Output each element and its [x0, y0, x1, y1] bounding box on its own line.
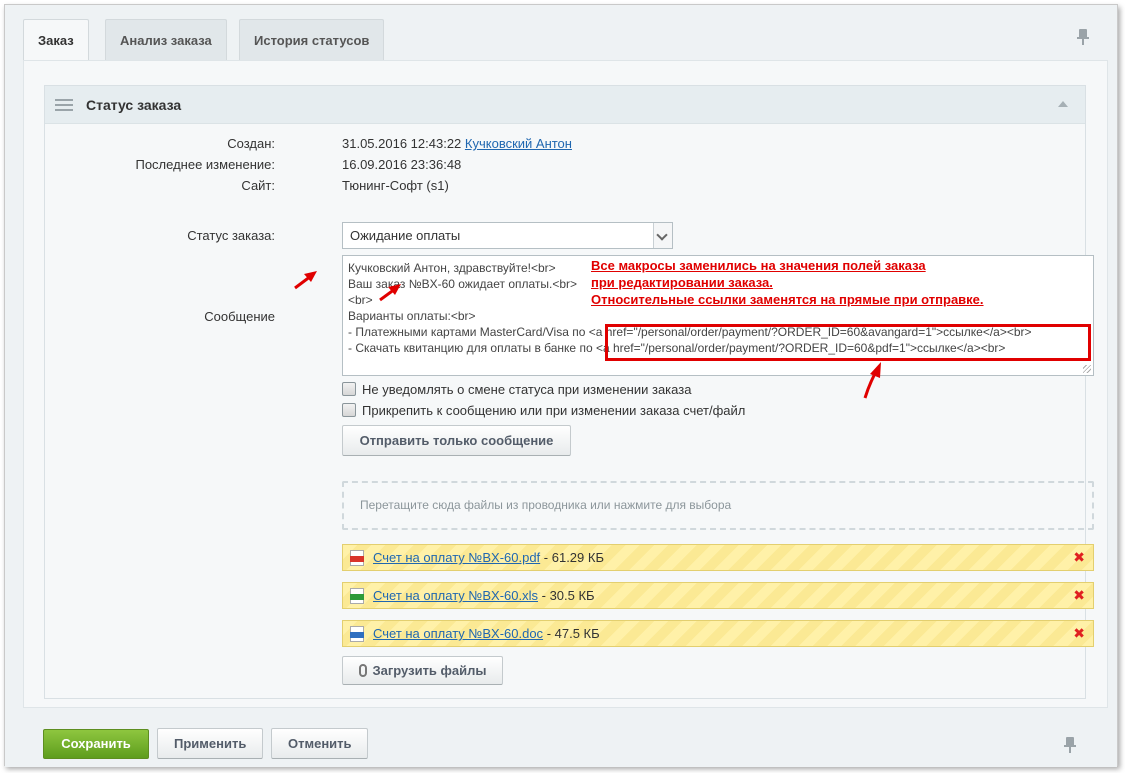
- save-button[interactable]: Сохранить: [43, 729, 149, 759]
- modified-value: 16.09.2016 23:36:48: [342, 157, 462, 172]
- file-link[interactable]: Счет на оплату №BX-60.xls: [373, 588, 538, 603]
- no-notify-label: Не уведомлять о смене статуса при измене…: [362, 382, 692, 397]
- upload-files-button[interactable]: Загрузить файлы: [342, 656, 503, 685]
- pdf-file-icon: [350, 550, 364, 566]
- annotation-arrows: [294, 271, 881, 399]
- delete-file-icon[interactable]: ✖: [1073, 583, 1085, 608]
- footer-bar: Сохранить Применить Отменить: [5, 710, 1117, 767]
- send-message-only-button[interactable]: Отправить только сообщение: [342, 425, 571, 456]
- file-item-doc: Счет на оплату №BX-60.doc - 47.5 КБ ✖: [342, 620, 1094, 647]
- pin-footer-icon[interactable]: [1064, 737, 1076, 753]
- panel-header: Статус заказа: [45, 86, 1085, 124]
- collapse-arrow-icon[interactable]: [1058, 101, 1068, 107]
- tab-order[interactable]: Заказ: [23, 19, 89, 62]
- modified-label: Последнее изменение:: [135, 157, 275, 172]
- site-value: Тюнинг-Софт (s1): [342, 178, 449, 193]
- no-notify-checkbox[interactable]: [342, 382, 356, 396]
- created-date: 31.05.2016 12:43:22: [342, 136, 462, 151]
- tab-content: Статус заказа Создан: 31.05.2016 12:43:2…: [23, 60, 1108, 708]
- annotation-line-2: при редактировании заказа.: [591, 275, 773, 290]
- delete-file-icon[interactable]: ✖: [1073, 545, 1085, 570]
- no-notify-row[interactable]: Не уведомлять о смене статуса при измене…: [342, 382, 691, 397]
- chevron-down-icon[interactable]: [653, 223, 672, 248]
- file-size: - 30.5 КБ: [541, 588, 595, 603]
- created-user-link[interactable]: Кучковский Антон: [465, 136, 572, 151]
- file-size: - 47.5 КБ: [546, 626, 600, 641]
- paperclip-icon: [358, 664, 367, 677]
- annotation-line-1: Все макросы заменились на значения полей…: [591, 258, 926, 273]
- file-item-xls: Счет на оплату №BX-60.xls - 30.5 КБ ✖: [342, 582, 1094, 609]
- cancel-button[interactable]: Отменить: [271, 728, 368, 759]
- resize-grip-icon[interactable]: [1083, 365, 1091, 373]
- pin-tabs-icon[interactable]: [1077, 29, 1089, 45]
- apply-button[interactable]: Применить: [157, 728, 263, 759]
- file-size: - 61.29 КБ: [543, 550, 604, 565]
- file-item-pdf: Счет на оплату №BX-60.pdf - 61.29 КБ ✖: [342, 544, 1094, 571]
- attach-invoice-row[interactable]: Прикрепить к сообщению или при изменении…: [342, 403, 745, 418]
- delete-file-icon[interactable]: ✖: [1073, 621, 1085, 646]
- site-label: Сайт:: [241, 178, 275, 193]
- file-dropzone[interactable]: Перетащите сюда файлы из проводника или …: [342, 481, 1094, 530]
- message-label: Сообщение: [204, 309, 275, 324]
- doc-file-icon: [350, 626, 364, 642]
- annotation-highlight-box: [605, 324, 1091, 361]
- upload-files-label: Загрузить файлы: [372, 663, 487, 678]
- file-link[interactable]: Счет на оплату №BX-60.doc: [373, 626, 543, 641]
- status-select-value: Ожидание оплаты: [350, 228, 461, 243]
- order-status-panel: Статус заказа Создан: 31.05.2016 12:43:2…: [44, 85, 1094, 699]
- message-line: Варианты оплаты:<br>: [348, 309, 476, 323]
- tab-status-history[interactable]: История статусов: [239, 19, 385, 60]
- xls-file-icon: [350, 588, 364, 604]
- created-value: 31.05.2016 12:43:22 Кучковский Антон: [342, 136, 572, 151]
- created-label: Создан:: [227, 136, 275, 151]
- attach-invoice-checkbox[interactable]: [342, 403, 356, 417]
- annotation-line-3: Относительные ссылки заменятся на прямые…: [591, 292, 984, 307]
- attach-invoice-label: Прикрепить к сообщению или при изменении…: [362, 403, 746, 418]
- tab-order-analysis[interactable]: Анализ заказа: [105, 19, 227, 60]
- file-link[interactable]: Счет на оплату №BX-60.pdf: [373, 550, 540, 565]
- status-select[interactable]: Ожидание оплаты: [342, 222, 673, 249]
- panel-title: Статус заказа: [86, 97, 182, 113]
- status-label: Статус заказа:: [187, 228, 275, 243]
- order-edit-window: Заказ Анализ заказа История статусов Ста…: [4, 4, 1118, 767]
- drag-handle-icon[interactable]: [55, 99, 73, 112]
